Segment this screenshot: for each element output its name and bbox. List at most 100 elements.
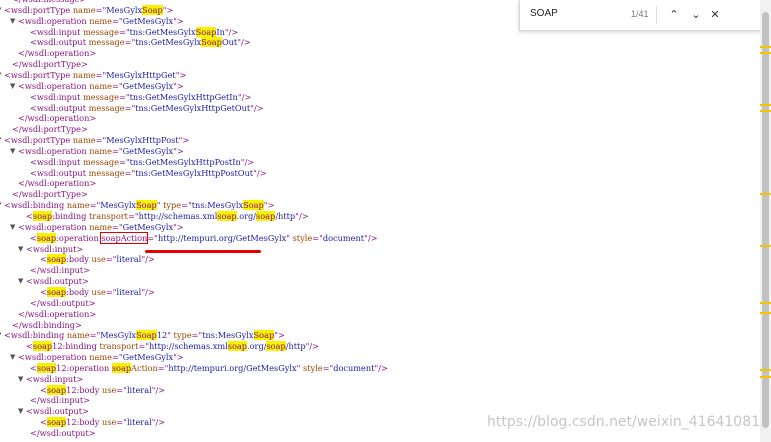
collapse-triangle-icon[interactable]: ▼: [0, 70, 1, 81]
xml-line: <wsdl:input message="tns:GetMesGylxHttpP…: [30, 157, 254, 168]
xml-token: </wsdl:portType>: [12, 124, 88, 135]
xml-line: <soap:body use="literal"/>: [40, 254, 155, 265]
xml-token: .org/: [236, 211, 257, 221]
collapse-triangle-icon[interactable]: ▼: [0, 5, 1, 16]
collapse-triangle-icon[interactable]: ▼: [10, 16, 15, 27]
xml-token: name: [72, 69, 96, 80]
search-match: soap: [32, 211, 53, 221]
collapse-triangle-icon[interactable]: ▼: [18, 276, 23, 287]
xml-line: </wsdl:operation>: [18, 113, 96, 124]
xml-token: <wsdl:operation: [18, 352, 90, 363]
xml-token: <wsdl:output: [30, 167, 89, 178]
xml-token: Action: [131, 362, 158, 373]
xml-token: =": [181, 200, 192, 211]
match-marker: [760, 46, 771, 48]
xml-token: name: [72, 4, 96, 15]
xml-token: =": [118, 156, 130, 167]
xml-token: :operation: [56, 232, 102, 243]
scrollbar-thumb[interactable]: [762, 12, 769, 428]
xml-token: "/>: [237, 37, 251, 48]
xml-line: </wsdl:portType>: [12, 59, 88, 70]
xml-token: tns:GetMesGylxHttpGetOut: [135, 102, 251, 113]
xml-token: <: [30, 232, 37, 243]
xml-token: use: [91, 286, 106, 297]
collapse-triangle-icon[interactable]: ▼: [10, 352, 15, 363]
vertical-scrollbar[interactable]: [760, 0, 771, 442]
xml-token: <wsdl:binding: [4, 330, 67, 341]
xml-line: <soap12:body use="literal"/>: [40, 384, 166, 396]
xml-token: :binding: [52, 211, 90, 221]
search-match: soap: [256, 211, 276, 221]
xml-token: =": [111, 221, 123, 232]
xml-line: </wsdl:input>: [30, 395, 90, 406]
xml-token: transport: [89, 211, 128, 221]
collapse-triangle-icon[interactable]: ▼: [10, 146, 15, 157]
xml-token: http://tempuri.org/GetMesGylx: [157, 232, 287, 243]
search-match: soap: [46, 254, 67, 265]
xml-token: <wsdl:operation: [18, 221, 90, 232]
xml-line: <wsdl:portType name="MesGylxSoap">: [4, 4, 173, 16]
chevron-down-icon[interactable]: ⌄: [688, 6, 704, 24]
collapse-triangle-icon[interactable]: ▼: [18, 244, 23, 255]
collapse-triangle-icon[interactable]: ▼: [0, 330, 1, 341]
collapse-triangle-icon[interactable]: ▼: [10, 222, 15, 233]
search-match: soap: [46, 417, 67, 428]
collapse-triangle-icon[interactable]: ▼: [0, 135, 1, 146]
xml-token: =": [138, 341, 150, 352]
xml-token: "/>: [237, 91, 252, 102]
xml-token: =": [127, 211, 139, 221]
collapse-triangle-icon[interactable]: ▼: [18, 374, 23, 385]
xml-line: <soap12:binding transport="http://schema…: [26, 341, 319, 352]
search-match: soap: [266, 341, 286, 352]
xml-token: ">: [173, 221, 184, 232]
xml-token: =": [111, 80, 123, 91]
xml-token: =": [124, 167, 136, 178]
xml-token: tns:MesGylx: [202, 330, 254, 341]
xml-token: GetMesGylx: [122, 145, 174, 156]
xml-token: ">: [175, 69, 187, 80]
xml-token: "/>: [305, 341, 319, 352]
search-match: soap: [36, 232, 57, 243]
xml-token: type: [163, 200, 182, 211]
xml-token: <: [40, 417, 47, 428]
xml-token: message: [83, 91, 119, 102]
xml-token: =": [322, 362, 334, 373]
xml-token: =": [191, 330, 203, 341]
find-bar-divider: [656, 6, 657, 24]
chevron-up-icon[interactable]: ⌃: [666, 6, 682, 24]
xml-token: <wsdl:portType: [4, 4, 73, 15]
xml-token: </wsdl:operation>: [18, 113, 97, 124]
xml-token: <wsdl:output: [30, 102, 89, 113]
xml-line: <wsdl:output>: [26, 406, 89, 417]
xml-token: type: [173, 330, 192, 341]
xml-token: =": [118, 91, 130, 102]
close-icon[interactable]: ✕: [707, 6, 723, 24]
xml-token: MesGylx: [106, 4, 143, 15]
xml-token: use: [91, 254, 106, 265]
xml-token: tns:GetMesGylx: [135, 37, 202, 48]
xml-token: http://schemas.xml: [138, 211, 218, 221]
xml-line: <wsdl:operation name="GetMesGylx">: [18, 81, 184, 92]
xml-token: </wsdl:output>: [30, 428, 96, 438]
find-input[interactable]: SOAP: [530, 8, 558, 19]
xml-line: <wsdl:input message="tns:GetMesGylxHttpG…: [30, 92, 251, 103]
xml-token: <: [26, 211, 33, 221]
xml-token: "/>: [224, 26, 239, 37]
xml-line: <soap12:body use="literal"/>: [40, 417, 165, 428]
xml-token: =": [124, 37, 136, 48]
xml-token: =": [111, 15, 123, 26]
search-match: Soap: [136, 330, 157, 341]
collapse-triangle-icon[interactable]: ▼: [0, 200, 1, 211]
search-match: soap: [46, 384, 67, 395]
match-counter: 1/41: [631, 9, 649, 19]
xml-line: <wsdl:binding name="MesGylxSoap" type="t…: [4, 200, 274, 211]
xml-token: name: [89, 145, 112, 156]
xml-token: http://schemas.xml: [149, 341, 228, 352]
collapse-triangle-icon[interactable]: ▼: [18, 406, 23, 417]
match-marker: [760, 302, 771, 304]
xml-token: ">: [178, 135, 190, 146]
xml-line: </wsdl:binding>: [12, 320, 82, 331]
xml-token: use: [101, 417, 117, 428]
xml-token: "/>: [151, 384, 166, 395]
collapse-triangle-icon[interactable]: ▼: [10, 81, 15, 92]
